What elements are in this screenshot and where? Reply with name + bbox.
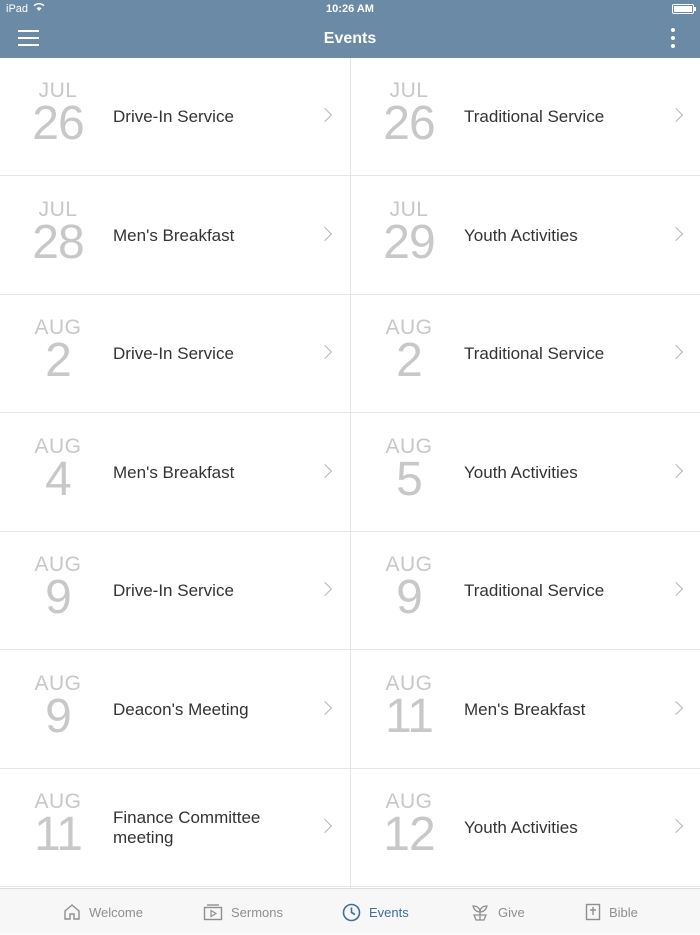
video-icon (203, 904, 223, 921)
chevron-right-icon (668, 344, 684, 360)
event-title: Youth Activities (464, 818, 578, 837)
status-bar: iPad 10:26 AM (0, 0, 700, 18)
plant-icon (472, 905, 488, 921)
home-icon (64, 904, 80, 920)
event-day: 29 (383, 215, 435, 269)
event-item[interactable]: AUG 9 Deacon's Meeting (0, 651, 350, 769)
chevron-right-icon (668, 700, 684, 715)
event-day: 12 (383, 808, 435, 861)
event-day: 26 (32, 97, 84, 150)
event-title: Deacon's Meeting (113, 699, 249, 719)
event-date: AUG 2 (14, 317, 102, 385)
event-item[interactable]: AUG 2 Drive-In Service (0, 295, 350, 413)
event-day: 9 (45, 571, 72, 624)
event-item[interactable]: AUG 9 Drive-In Service (0, 532, 350, 650)
tab-give[interactable]: Give (470, 889, 525, 935)
event-date: AUG 5 (365, 435, 453, 506)
event-item[interactable]: AUG 2 Traditional Service (351, 295, 700, 413)
chevron-right-icon (668, 463, 684, 478)
chevron-right-icon (317, 107, 333, 123)
event-date: AUG 2 (365, 317, 453, 385)
events-grid: JUL 26 Drive-In Service JUL 26 Traditional Se… (0, 58, 700, 888)
event-title: Men's Breakfast (113, 462, 235, 482)
event-date: JUL 26 (365, 80, 453, 148)
tab-bar: Welcome Sermons Events Give Bible (0, 888, 700, 934)
clock-icon (342, 903, 361, 921)
tab-label: Welcome (89, 904, 143, 920)
chevron-right-icon (317, 581, 333, 597)
tab-label: Bible (609, 904, 638, 920)
page-title: Events (323, 30, 377, 47)
event-date: AUG 4 (14, 435, 102, 506)
tab-label: Give (498, 904, 525, 920)
event-day: 5 (396, 452, 423, 506)
event-title: Traditional Service (464, 581, 605, 600)
chevron-right-icon (317, 463, 333, 478)
event-item[interactable]: JUL 28 Men's Breakfast (0, 177, 350, 295)
chevron-right-icon (668, 818, 684, 834)
more-options-icon[interactable] (668, 28, 678, 50)
event-title: Youth Activities (464, 225, 578, 245)
event-day: 28 (32, 215, 84, 269)
event-item[interactable]: JUL 29 Youth Activities (351, 177, 700, 295)
event-day: 2 (396, 334, 423, 387)
event-title: Youth Activities (464, 462, 578, 482)
event-date: JUL 29 (365, 198, 453, 269)
tab-bible[interactable]: Bible (585, 889, 638, 935)
event-title: Finance Committee meeting (113, 808, 261, 847)
event-title: Drive-In Service (113, 107, 234, 126)
event-title: Drive-In Service (113, 581, 234, 600)
event-date: AUG 11 (365, 672, 453, 743)
tab-sermons[interactable]: Sermons (203, 889, 283, 935)
tab-label: Events (369, 904, 409, 920)
battery-icon (672, 4, 696, 14)
event-title: Traditional Service (464, 107, 605, 126)
event-day: 26 (383, 97, 435, 150)
event-title: Traditional Service (464, 344, 605, 363)
event-date: JUL 26 (14, 80, 102, 148)
event-day: 2 (45, 334, 72, 387)
event-date: AUG 12 (365, 791, 453, 859)
event-item[interactable]: AUG 11 Men's Breakfast (351, 651, 700, 769)
event-item[interactable]: JUL 26 Drive-In Service (0, 58, 350, 176)
chevron-right-icon (317, 344, 333, 360)
event-date: AUG 9 (14, 554, 102, 622)
navigation-bar: iPad 10:26 AM Events (0, 0, 700, 58)
event-day: 9 (45, 689, 72, 743)
event-title: Men's Breakfast (113, 225, 235, 245)
event-date: AUG 9 (365, 554, 453, 622)
event-date: JUL 28 (14, 198, 102, 269)
event-day: 11 (34, 808, 83, 861)
chevron-right-icon (317, 700, 333, 715)
tab-welcome[interactable]: Welcome (63, 889, 143, 935)
event-item[interactable]: AUG 5 Youth Activities (351, 414, 700, 532)
chevron-right-icon (668, 107, 684, 123)
event-date: AUG 11 (14, 791, 102, 859)
event-date: AUG 9 (14, 672, 102, 743)
chevron-right-icon (317, 818, 333, 834)
event-item[interactable]: AUG 4 Men's Breakfast (0, 414, 350, 532)
event-item[interactable]: AUG 9 Traditional Service (351, 532, 700, 650)
event-item[interactable]: AUG 12 Youth Activities (351, 769, 700, 887)
event-item[interactable]: AUG 11 Finance Committee meeting (0, 769, 350, 887)
event-title: Drive-In Service (113, 344, 234, 363)
event-title: Men's Breakfast (464, 699, 586, 719)
chevron-right-icon (668, 226, 684, 241)
event-day: 9 (396, 571, 423, 624)
status-time: 10:26 AM (326, 3, 374, 15)
chevron-right-icon (668, 581, 684, 597)
event-day: 4 (45, 452, 72, 506)
tab-events[interactable]: Events (342, 889, 409, 935)
chevron-right-icon (317, 226, 333, 241)
tab-label: Sermons (231, 904, 284, 920)
event-day: 11 (385, 689, 434, 743)
bible-icon (585, 903, 601, 921)
event-item[interactable]: JUL 26 Traditional Service (351, 58, 700, 176)
